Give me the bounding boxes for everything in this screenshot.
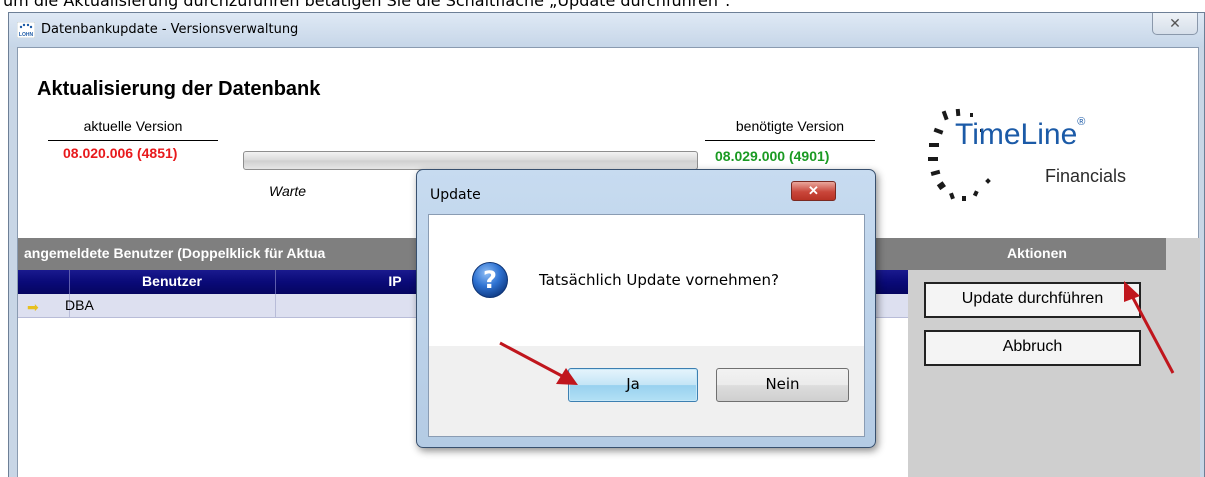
current-version-value: 08.020.006 (4851) (63, 145, 178, 161)
required-version-value: 08.029.000 (4901) (715, 148, 830, 164)
timeline-logo: TimeLine® Financials (918, 103, 1173, 233)
logo-registered-mark: ® (1077, 116, 1086, 128)
dialog-close-button[interactable]: ✕ (791, 181, 836, 201)
yes-button[interactable]: Ja (568, 368, 698, 402)
app-icon: LOHN (17, 22, 35, 38)
dialog-title: Update (430, 187, 481, 203)
current-version-divider (48, 140, 218, 141)
svg-text:?: ? (483, 266, 497, 294)
row-separator (275, 294, 276, 317)
wait-status-text: Warte (269, 183, 307, 199)
update-confirm-dialog: Update ✕ ? Tatsächlich Update vornehmen?… (416, 169, 876, 448)
window-close-button[interactable]: ✕ (1152, 13, 1198, 35)
page-caption: um die Aktualisierung durchzuführen betä… (3, 0, 731, 10)
no-button[interactable]: Nein (716, 368, 849, 402)
window-title: Datenbankupdate - Versionsverwaltung (41, 22, 299, 37)
logo-brand: TimeLine® (955, 116, 1086, 152)
required-version-label: benötigte Version (735, 118, 845, 134)
required-version-divider (705, 140, 875, 141)
logo-brand-text: TimeLine (955, 118, 1078, 151)
question-icon: ? (472, 262, 508, 298)
update-progress-bar (243, 151, 698, 170)
app-icon-text: LOHN (19, 32, 34, 38)
dialog-message: Tatsächlich Update vornehmen? (539, 271, 779, 289)
dialog-body: ? Tatsächlich Update vornehmen? Ja Nein (428, 214, 865, 437)
update-button[interactable]: Update durchführen (924, 282, 1141, 318)
actions-header: Aktionen (908, 238, 1166, 270)
actions-panel: Aktionen Update durchführen Abbruch (908, 238, 1200, 477)
column-header-benutzer[interactable]: Benutzer (69, 273, 275, 289)
current-version-label: aktuelle Version (83, 118, 183, 134)
page-title: Aktualisierung der Datenbank (37, 78, 321, 100)
row-selected-arrow-icon: ➡ (27, 299, 39, 315)
cancel-button[interactable]: Abbruch (924, 330, 1141, 366)
title-bar: LOHN Datenbankupdate - Versionsverwaltun… (9, 13, 1204, 47)
logo-subtitle: Financials (1045, 166, 1127, 186)
row-user-cell: DBA (65, 297, 94, 313)
dialog-message-area: ? Tatsächlich Update vornehmen? (429, 215, 864, 346)
